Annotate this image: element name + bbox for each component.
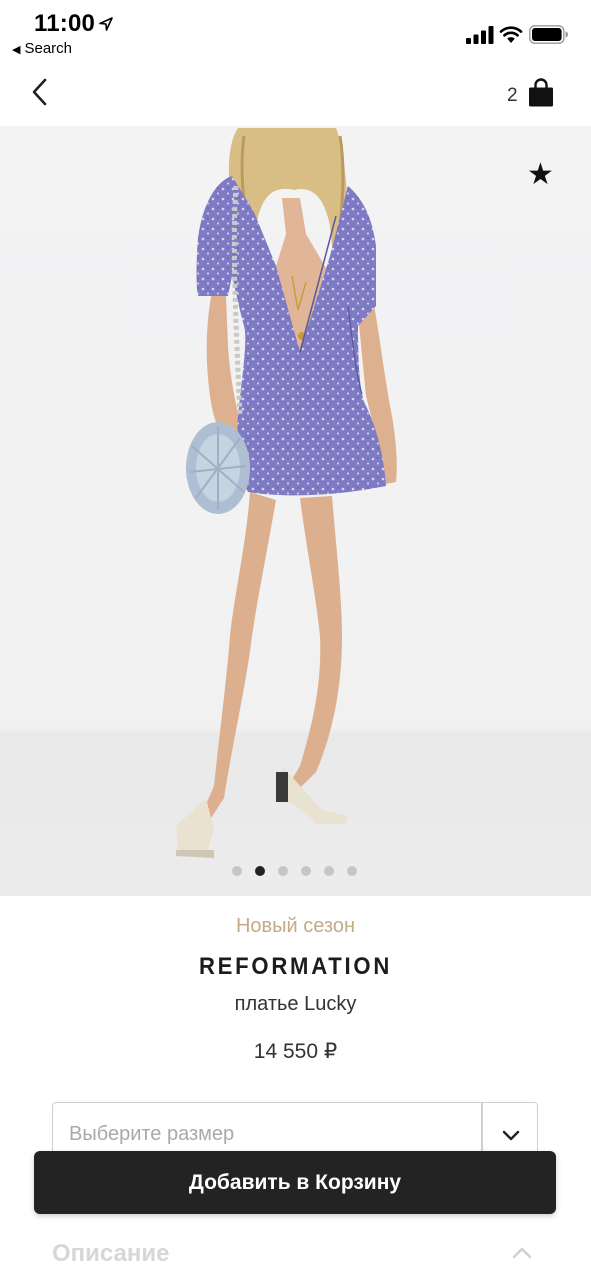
gallery-dot[interactable]: [347, 866, 357, 876]
product-image[interactable]: ★: [0, 126, 591, 896]
gallery-pagination: [232, 866, 357, 876]
gallery-dot[interactable]: [232, 866, 242, 876]
back-to-app-link[interactable]: ◀ Search: [12, 40, 72, 57]
gallery-dot-active[interactable]: [255, 866, 265, 876]
back-triangle-icon: ◀: [12, 44, 21, 56]
gallery-dot[interactable]: [324, 866, 334, 876]
signal-icon: [466, 26, 494, 44]
chevron-left-icon[interactable]: [28, 76, 52, 108]
battery-icon: [529, 25, 568, 44]
chevron-down-icon[interactable]: [501, 1129, 521, 1143]
gallery-dot[interactable]: [278, 866, 288, 876]
product-screen: 11:00 ◀ Search 2 ★ Новый сезон REFORMATI…: [0, 0, 591, 1280]
shopping-bag-icon[interactable]: [527, 78, 555, 108]
size-placeholder: Выберите размер: [69, 1123, 235, 1145]
back-app-label: Search: [24, 40, 72, 57]
location-arrow-icon: [99, 17, 113, 31]
status-bar: 11:00 ◀ Search: [0, 0, 591, 62]
product-price: 14 550 ₽: [253, 1040, 338, 1063]
gallery-dot[interactable]: [301, 866, 311, 876]
cart-count[interactable]: 2: [507, 85, 518, 107]
add-to-cart-button[interactable]: Добавить в Корзину: [34, 1151, 556, 1214]
description-title[interactable]: Описание: [52, 1240, 170, 1268]
brand-name[interactable]: REFORMATION: [24, 953, 568, 981]
product-name: платье Lucky: [234, 993, 357, 1015]
model-photo: [176, 128, 397, 858]
wifi-icon: [499, 26, 523, 43]
chevron-up-icon[interactable]: [511, 1246, 533, 1260]
status-time: 11:00: [34, 10, 96, 37]
nav-bar: 2: [0, 62, 591, 126]
season-label: Новый сезон: [235, 915, 356, 937]
star-icon[interactable]: ★: [527, 160, 554, 190]
